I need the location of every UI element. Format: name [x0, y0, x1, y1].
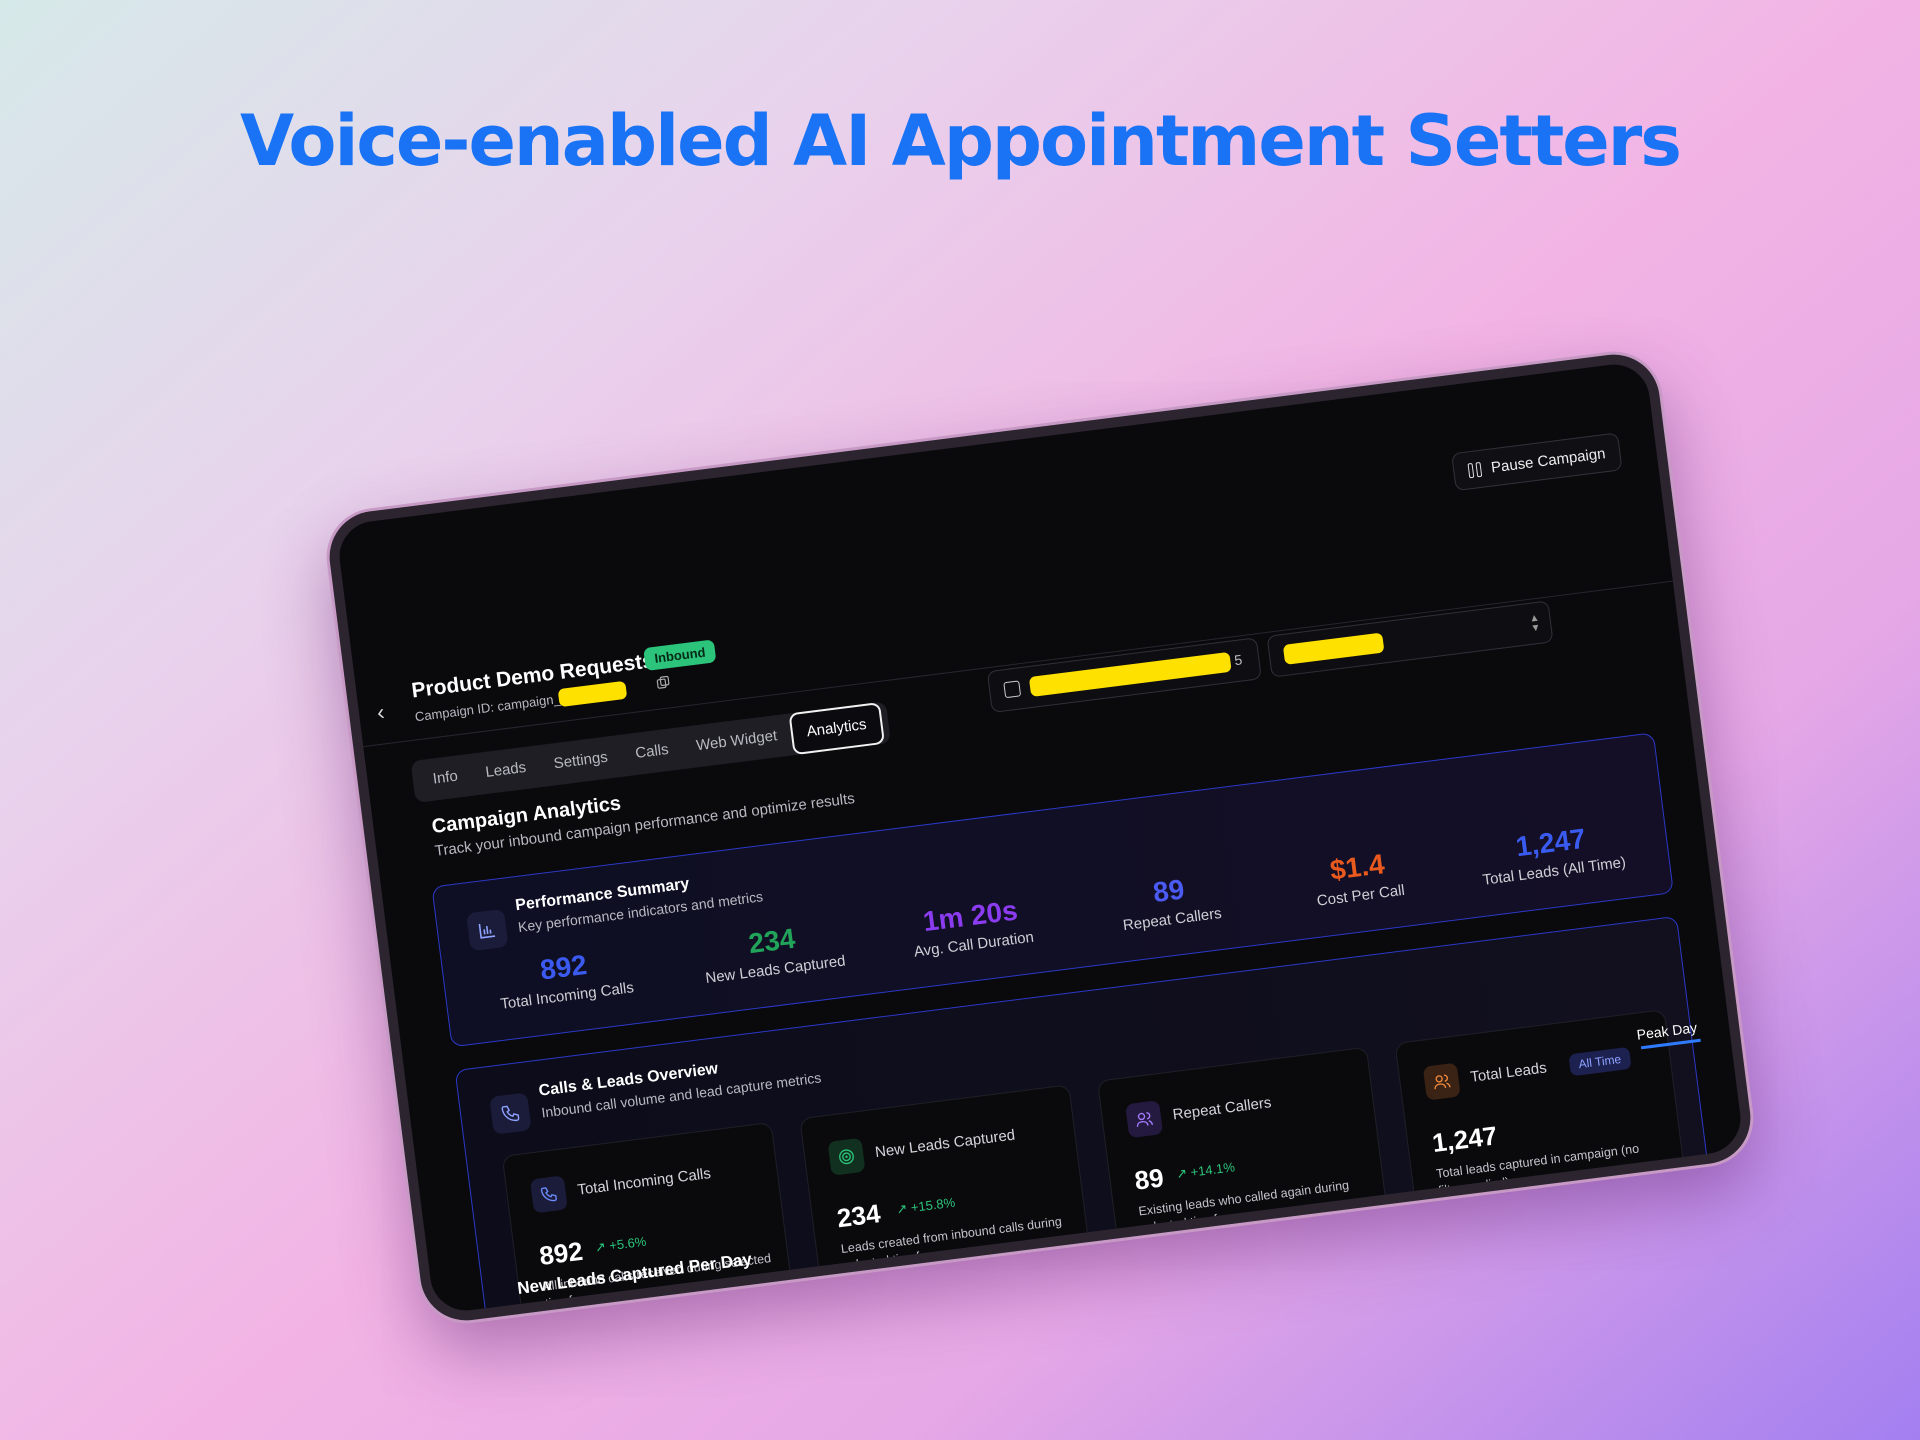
card-delta-value: +15.8% [909, 1194, 956, 1216]
stat-card-repeat-callers: Repeat Callers 89 ↗ +14.1% Existing lead… [1096, 1046, 1391, 1272]
back-button[interactable]: ‹ [376, 699, 387, 726]
tab-analytics[interactable]: Analytics [788, 702, 885, 756]
card-value: 89 [1132, 1162, 1166, 1196]
card-delta: ↗ +5.6% [594, 1234, 647, 1256]
stat-card-total-leads: Total Leads All Time 1,247 Total leads c… [1394, 1009, 1689, 1234]
card-icon-tile [1422, 1062, 1461, 1101]
tab-calls[interactable]: Calls [619, 731, 684, 772]
pause-label: Pause Campaign [1490, 444, 1607, 476]
card-icon-tile [827, 1137, 866, 1176]
metric-cost-per-call: $1.4 Cost Per Call [1276, 842, 1441, 915]
headline: Voice-enabled AI Appointment Setters [240, 100, 1682, 182]
tab-bar: Info Leads Settings Calls Web Widget Ana… [410, 701, 891, 803]
metric-total-leads-all-time: 1,247 Total Leads (All Time) [1454, 815, 1649, 891]
card-delta: ↗ +15.8% [896, 1195, 957, 1218]
phone-icon [501, 1105, 520, 1122]
bar-chart-icon-tile [466, 908, 509, 952]
card-title: Total Leads [1469, 1059, 1548, 1086]
metric-total-incoming-calls: 892 Total Incoming Calls [482, 942, 647, 1015]
card-delta: ↗ +14.1% [1175, 1159, 1236, 1182]
calendar-icon [1003, 680, 1022, 699]
card-title: New Leads Captured [874, 1126, 1017, 1162]
phone-icon [540, 1187, 557, 1202]
redacted-campaign-id [557, 680, 628, 708]
tab-settings[interactable]: Settings [538, 739, 624, 783]
metric-avg-call-duration: 1m 20s Avg. Call Duration [879, 889, 1064, 964]
inbound-badge: Inbound [643, 639, 717, 672]
card-icon-tile [529, 1175, 568, 1214]
card-delta-value: +5.6% [608, 1233, 648, 1254]
metric-new-leads: 234 New Leads Captured [681, 914, 866, 989]
metric-repeat-callers: 89 Repeat Callers [1087, 865, 1252, 938]
phone-icon-tile [489, 1092, 532, 1135]
bar-chart-icon [478, 923, 496, 939]
date-range-picker[interactable]: 5 [986, 637, 1262, 714]
card-value: 892 [537, 1235, 585, 1271]
target-icon [839, 1149, 854, 1165]
stat-card-new-leads: New Leads Captured 234 ↗ +15.8% Leads cr… [799, 1084, 1094, 1309]
filter-select[interactable]: ▴ ▾ [1266, 600, 1554, 678]
users-icon [1434, 1074, 1451, 1090]
users-icon [1136, 1112, 1154, 1127]
all-time-badge: All Time [1568, 1046, 1632, 1077]
card-icon-tile [1125, 1100, 1164, 1139]
tab-web-widget[interactable]: Web Widget [680, 718, 793, 765]
pause-campaign-button[interactable]: Pause Campaign [1451, 432, 1623, 492]
app-screen: ‹ Product Demo Requests Inbound Campaign… [335, 360, 1744, 1326]
card-value: 1,247 [1430, 1120, 1499, 1159]
chevron-updown-icon: ▴ ▾ [1530, 609, 1540, 635]
card-description: Existing leads who called again during s… [1137, 1178, 1350, 1236]
card-delta-value: +14.1% [1189, 1159, 1236, 1180]
card-title: Total Incoming Calls [576, 1164, 712, 1199]
card-value: 234 [835, 1198, 883, 1234]
tab-info[interactable]: Info [417, 758, 474, 798]
tablet-device: ‹ Product Demo Requests Inbound Campaign… [324, 349, 1756, 1326]
pause-icon [1467, 461, 1483, 478]
copy-icon[interactable] [656, 675, 671, 690]
redacted-filter-value [1282, 632, 1385, 665]
date-range-suffix: 5 [1233, 651, 1244, 669]
card-title: Repeat Callers [1171, 1094, 1273, 1124]
tab-leads[interactable]: Leads [470, 749, 543, 791]
